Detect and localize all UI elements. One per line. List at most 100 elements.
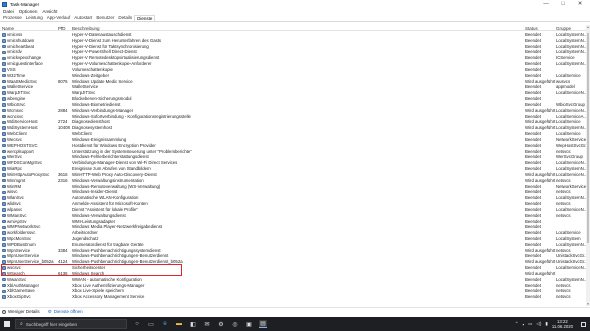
scroll-up-icon[interactable]: ▲: [586, 25, 590, 29]
mail-icon[interactable]: ✉: [203, 320, 211, 328]
service-icon: [2, 120, 6, 125]
service-icon: [2, 295, 6, 299]
service-icon: [2, 73, 6, 78]
battery-icon[interactable]: ▮: [545, 321, 547, 327]
close-button[interactable]: ✕: [572, 0, 588, 8]
service-icon: [2, 173, 6, 177]
highlight-box: [1, 264, 182, 276]
volume-icon[interactable]: ◁): [536, 321, 541, 327]
service-icon: [2, 283, 6, 288]
service-icon: [2, 277, 6, 282]
service-icon: [2, 56, 6, 60]
service-icon: [2, 196, 6, 200]
taskbar: ⌕ Suchbegriff hier eingeben ○ ▭ e ▬ ◧ ✉ …: [0, 317, 590, 331]
service-icon: [2, 167, 6, 171]
store-icon[interactable]: ◧: [189, 320, 197, 328]
service-icon: [2, 254, 6, 259]
scrollbar-thumb[interactable]: [586, 33, 590, 243]
service-icon: [2, 91, 6, 95]
service-list: vmicvss Hyper-V-Datenaustauschdienst Beend…: [0, 32, 586, 300]
service-icon: [2, 202, 6, 206]
column-status[interactable]: Status: [525, 26, 538, 31]
system-tray: ⌃ ▪ ▭ ◁) ▮ 13:22 11.06.2020: [515, 317, 590, 331]
search-icon: ⌕: [20, 321, 23, 327]
network-app-icon[interactable]: ◎: [231, 320, 239, 328]
title-bar: Task-Manager: [0, 0, 590, 8]
service-icon: [2, 85, 6, 90]
less-details-button[interactable]: ⌃ Weniger Details: [2, 309, 40, 314]
tab-app-history[interactable]: App-Verlauf: [45, 15, 73, 21]
clock[interactable]: 13:22 11.06.2020: [552, 319, 573, 329]
less-details-label: Weniger Details: [8, 309, 40, 314]
notification-icon[interactable]: [581, 321, 586, 327]
column-header: Name ⌃ PID Beschreibung Status Gruppe: [0, 25, 586, 31]
service-icon: [2, 50, 6, 55]
service-icon: [2, 155, 6, 160]
menu-file[interactable]: Datei: [3, 9, 14, 14]
task-manager-icon: [2, 1, 7, 7]
service-icon: [2, 248, 6, 253]
window-title: Task-Manager: [10, 1, 40, 7]
service-icon: [2, 138, 6, 142]
service-icon: [2, 208, 6, 212]
tab-services[interactable]: Dienste: [134, 15, 156, 21]
service-icon: [2, 225, 6, 230]
scroll-down-icon[interactable]: ▼: [586, 302, 590, 306]
tab-users[interactable]: Benutzer: [94, 15, 116, 21]
tab-bar: Prozesse Leistung App-Verlauf Autostart …: [0, 15, 590, 22]
column-pid[interactable]: PID: [58, 26, 66, 31]
menu-view[interactable]: Ansicht: [42, 9, 57, 14]
tray-chevron-icon[interactable]: ⌃: [515, 321, 519, 327]
footer: ⌃ Weniger Details ⚙ Dienste öffnen: [0, 307, 590, 315]
service-icon: [2, 68, 6, 72]
tray-app-icon[interactable]: ▪: [522, 322, 524, 327]
column-group[interactable]: Gruppe: [556, 26, 571, 31]
terminal-icon[interactable]: ▣: [245, 320, 253, 328]
vertical-scrollbar[interactable]: ▲ ▼: [586, 25, 590, 306]
open-services-link[interactable]: ⚙ Dienste öffnen: [48, 309, 83, 314]
service-icon: [2, 237, 6, 241]
service-icon: [2, 33, 6, 37]
clock-date: 11.06.2020: [551, 324, 573, 329]
service-icon: [2, 231, 6, 235]
column-name[interactable]: Name: [2, 26, 14, 31]
cortana-icon[interactable]: ○: [133, 320, 141, 328]
service-icon: [2, 161, 6, 165]
task-manager-taskbar-icon[interactable]: ▤: [259, 320, 267, 328]
services-gear-icon: ⚙: [47, 308, 52, 314]
menu-bar: Datei Optionen Ansicht: [0, 8, 590, 15]
start-button[interactable]: [4, 321, 10, 327]
service-icon: [2, 97, 6, 101]
settings-icon[interactable]: ⚙: [217, 320, 225, 328]
menu-options[interactable]: Optionen: [19, 9, 38, 14]
service-icon: [2, 219, 6, 224]
open-services-label: Dienste öffnen: [53, 309, 83, 314]
service-icon: [2, 190, 6, 195]
search-placeholder: Suchbegriff hier eingeben: [25, 321, 78, 327]
network-icon[interactable]: ▭: [528, 321, 532, 327]
tab-performance[interactable]: Leistung: [24, 15, 45, 21]
tab-processes[interactable]: Prozesse: [1, 15, 24, 21]
service-icon: [2, 39, 6, 43]
service-icon: [2, 44, 6, 49]
service-icon: [2, 126, 6, 130]
service-icon: [2, 213, 6, 218]
service-icon: [2, 178, 6, 183]
service-icon: [2, 103, 6, 107]
edge-icon[interactable]: e: [161, 320, 169, 328]
task-view-icon[interactable]: ▭: [147, 320, 155, 328]
file-explorer-icon[interactable]: ▬: [175, 320, 183, 328]
service-icon: [2, 184, 6, 189]
tab-details[interactable]: Details: [116, 15, 134, 21]
service-icon: [2, 149, 6, 154]
service-icon: [2, 243, 6, 247]
taskbar-search-box[interactable]: ⌕ Suchbegriff hier eingeben: [15, 319, 127, 329]
service-icon: [2, 108, 6, 113]
service-icon: [2, 114, 6, 119]
service-icon: [2, 289, 6, 294]
tab-startup[interactable]: Autostart: [72, 15, 94, 21]
maximize-button[interactable]: □: [555, 0, 571, 8]
service-icon: [2, 79, 6, 84]
column-description[interactable]: Beschreibung: [72, 26, 100, 31]
minimize-button[interactable]: —: [538, 0, 554, 8]
